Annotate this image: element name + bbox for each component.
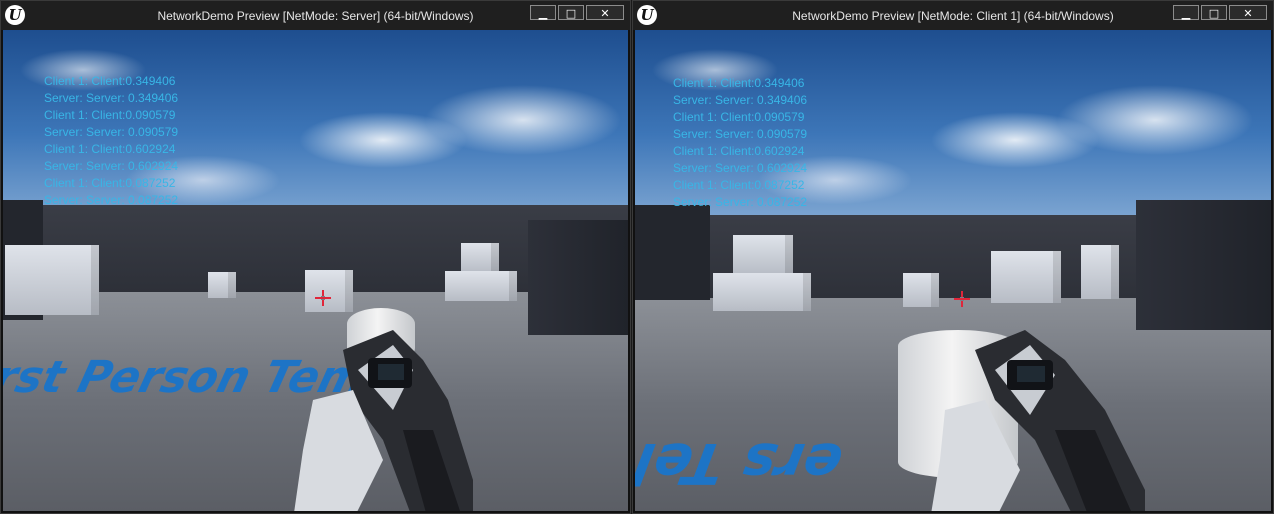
debug-message: Client 1: Client:0.349406 [44, 74, 176, 88]
debug-message: Server: Server: 0.602924 [44, 159, 179, 173]
close-button[interactable]: ✕ [586, 5, 624, 20]
debug-message: Server: Server: 0.090579 [44, 125, 179, 139]
minimize-button[interactable]: ▁ [530, 5, 556, 20]
debug-message: Server: Server: 0.602924 [673, 161, 808, 175]
server-preview-window: U NetworkDemo Preview [NetMode: Server] … [0, 0, 631, 514]
debug-message-list: Client 1: Client:0.349406 Server: Server… [44, 73, 178, 209]
maximize-button[interactable]: □ [558, 5, 584, 20]
arena-right-wall [1136, 200, 1271, 330]
window-titlebar[interactable]: U NetworkDemo Preview [NetMode: Server] … [1, 1, 630, 30]
close-button[interactable]: ✕ [1229, 5, 1267, 20]
debug-message: Server: Server: 0.087252 [673, 195, 808, 209]
debug-message: Server: Server: 0.349406 [673, 93, 808, 107]
client-preview-window: U NetworkDemo Preview [NetMode: Client 1… [632, 0, 1274, 514]
first-person-rifle [931, 330, 1145, 511]
game-viewport[interactable]: ers Tel Client 1: Client:0.349406 Server… [635, 30, 1271, 511]
debug-message: Client 1: Client:0.090579 [44, 108, 176, 122]
cube [903, 273, 939, 307]
cube [1081, 245, 1119, 299]
window-controls: ▁ □ ✕ [1173, 5, 1267, 20]
debug-message: Server: Server: 0.087252 [44, 193, 179, 207]
debug-message: Client 1: Client:0.087252 [673, 178, 805, 192]
debug-message-list: Client 1: Client:0.349406 Server: Server… [673, 75, 807, 211]
debug-message: Server: Server: 0.349406 [44, 91, 179, 105]
arena-right-wall [528, 220, 628, 335]
debug-message: Client 1: Client:0.349406 [673, 76, 805, 90]
debug-message: Server: Server: 0.090579 [673, 127, 808, 141]
debug-message: Client 1: Client:0.602924 [44, 142, 176, 156]
debug-message: Client 1: Client:0.602924 [673, 144, 805, 158]
cube [461, 243, 499, 273]
debug-message: Client 1: Client:0.087252 [44, 176, 176, 190]
cube [208, 272, 236, 298]
maximize-button[interactable]: □ [1201, 5, 1227, 20]
arena-left-wall [635, 205, 710, 300]
window-titlebar[interactable]: U NetworkDemo Preview [NetMode: Client 1… [633, 1, 1273, 30]
cube [5, 245, 99, 315]
minimize-button[interactable]: ▁ [1173, 5, 1199, 20]
cube [991, 251, 1061, 303]
first-person-rifle [294, 330, 473, 511]
crosshair-icon [315, 290, 331, 306]
cube [445, 271, 517, 301]
floor-decal-text: ers Tel [635, 430, 848, 495]
cube [733, 235, 793, 275]
debug-message: Client 1: Client:0.090579 [673, 110, 805, 124]
crosshair-icon [954, 291, 970, 307]
window-controls: ▁ □ ✕ [530, 5, 624, 20]
game-viewport[interactable]: rst Person Tem Client 1: Client:0.349406… [3, 30, 628, 511]
cube [713, 273, 811, 311]
